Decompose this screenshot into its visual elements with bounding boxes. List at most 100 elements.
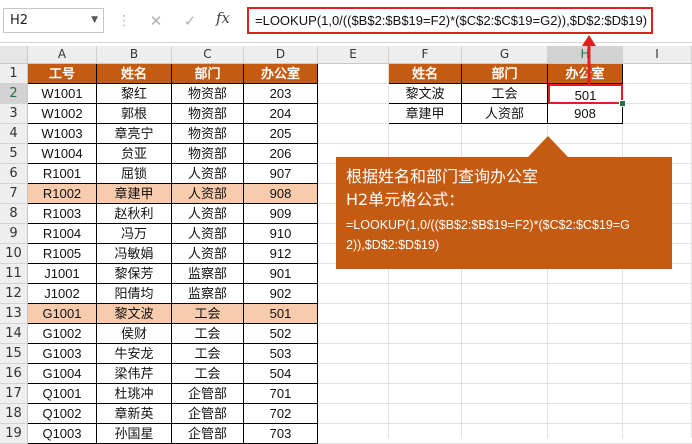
table-cell[interactable]: 902 <box>244 284 318 304</box>
table-cell[interactable]: 人资部 <box>172 204 244 224</box>
table-cell[interactable]: J1002 <box>28 284 97 304</box>
table-cell[interactable]: R1005 <box>28 244 97 264</box>
table-cell[interactable]: 企管部 <box>172 384 244 404</box>
lookup-header-cell[interactable]: 部门 <box>462 64 548 84</box>
row-header-7[interactable]: 7 <box>0 184 28 204</box>
lookup-cell[interactable]: 人资部 <box>462 104 548 124</box>
table-cell[interactable]: 梁伟芹 <box>97 364 172 384</box>
insert-function-icon[interactable]: fx <box>216 9 230 27</box>
table-cell[interactable]: Q1001 <box>28 384 97 404</box>
table-cell[interactable]: Q1003 <box>28 424 97 444</box>
table-cell[interactable]: R1003 <box>28 204 97 224</box>
table-cell[interactable]: 企管部 <box>172 404 244 424</box>
column-header-g[interactable]: G <box>462 46 548 64</box>
column-header-c[interactable]: C <box>172 46 244 64</box>
row-header-10[interactable]: 10 <box>0 244 28 264</box>
row-header-6[interactable]: 6 <box>0 164 28 184</box>
table-cell[interactable]: 901 <box>244 264 318 284</box>
table-cell[interactable]: 910 <box>244 224 318 244</box>
lookup-header-cell[interactable]: 姓名 <box>389 64 462 84</box>
table-cell[interactable]: 物资部 <box>172 104 244 124</box>
row-header-12[interactable]: 12 <box>0 284 28 304</box>
chevron-down-icon[interactable]: ▼ <box>91 9 98 32</box>
row-header-1[interactable]: 1 <box>0 64 28 84</box>
table-cell[interactable]: W1004 <box>28 144 97 164</box>
table-cell[interactable]: 冯敏娟 <box>97 244 172 264</box>
table-cell[interactable]: R1001 <box>28 164 97 184</box>
table-cell[interactable]: 912 <box>244 244 318 264</box>
table-cell[interactable]: 牛安龙 <box>97 344 172 364</box>
lookup-cell[interactable]: 章建甲 <box>389 104 462 124</box>
row-header-5[interactable]: 5 <box>0 144 28 164</box>
table-cell[interactable]: 501 <box>244 304 318 324</box>
table-cell[interactable]: 703 <box>244 424 318 444</box>
table-cell[interactable]: 204 <box>244 104 318 124</box>
row-header-3[interactable]: 3 <box>0 104 28 124</box>
table-cell[interactable]: 监察部 <box>172 264 244 284</box>
table-cell[interactable]: 503 <box>244 344 318 364</box>
row-header-11[interactable]: 11 <box>0 264 28 284</box>
table-cell[interactable]: 工会 <box>172 364 244 384</box>
table-cell[interactable]: W1002 <box>28 104 97 124</box>
table-header-cell[interactable]: 部门 <box>172 64 244 84</box>
table-cell[interactable]: 工会 <box>172 324 244 344</box>
row-header-9[interactable]: 9 <box>0 224 28 244</box>
table-cell[interactable]: 人资部 <box>172 164 244 184</box>
table-cell[interactable]: 909 <box>244 204 318 224</box>
row-header-4[interactable]: 4 <box>0 124 28 144</box>
lookup-header-cell[interactable]: 办公室 <box>548 64 623 84</box>
select-all-corner[interactable] <box>0 46 28 64</box>
lookup-cell[interactable]: 工会 <box>462 84 548 104</box>
table-header-cell[interactable]: 工号 <box>28 64 97 84</box>
row-header-16[interactable]: 16 <box>0 364 28 384</box>
row-header-19[interactable]: 19 <box>0 424 28 444</box>
table-cell[interactable]: 205 <box>244 124 318 144</box>
column-header-b[interactable]: B <box>97 46 172 64</box>
table-cell[interactable]: W1003 <box>28 124 97 144</box>
table-cell[interactable]: 贠亚 <box>97 144 172 164</box>
row-header-18[interactable]: 18 <box>0 404 28 424</box>
table-cell[interactable]: 赵秋利 <box>97 204 172 224</box>
table-cell[interactable]: W1001 <box>28 84 97 104</box>
table-cell[interactable]: 黎文波 <box>97 304 172 324</box>
cancel-icon[interactable]: ✕ <box>146 10 166 32</box>
row-header-15[interactable]: 15 <box>0 344 28 364</box>
column-header-d[interactable]: D <box>244 46 318 64</box>
table-cell[interactable]: R1002 <box>28 184 97 204</box>
table-cell[interactable]: G1002 <box>28 324 97 344</box>
table-cell[interactable]: J1001 <box>28 264 97 284</box>
table-header-cell[interactable]: 办公室 <box>244 64 318 84</box>
table-cell[interactable]: 物资部 <box>172 144 244 164</box>
row-header-2[interactable]: 2 <box>0 84 28 104</box>
lookup-cell[interactable]: 908 <box>548 104 623 124</box>
column-header-f[interactable]: F <box>389 46 462 64</box>
table-cell[interactable]: 908 <box>244 184 318 204</box>
table-cell[interactable]: 侯财 <box>97 324 172 344</box>
lookup-cell[interactable]: 黎文波 <box>389 84 462 104</box>
table-cell[interactable]: 企管部 <box>172 424 244 444</box>
column-header-a[interactable]: A <box>28 46 97 64</box>
table-cell[interactable]: 502 <box>244 324 318 344</box>
table-cell[interactable]: 黎红 <box>97 84 172 104</box>
table-cell[interactable]: 章亮宁 <box>97 124 172 144</box>
table-cell[interactable]: 206 <box>244 144 318 164</box>
table-cell[interactable]: G1001 <box>28 304 97 324</box>
row-header-14[interactable]: 14 <box>0 324 28 344</box>
table-cell[interactable]: 孙国星 <box>97 424 172 444</box>
table-cell[interactable]: 阳倩均 <box>97 284 172 304</box>
confirm-icon[interactable]: ✓ <box>180 10 200 32</box>
table-cell[interactable]: 章新英 <box>97 404 172 424</box>
table-cell[interactable]: 701 <box>244 384 318 404</box>
table-cell[interactable]: 203 <box>244 84 318 104</box>
column-header-e[interactable]: E <box>318 46 389 64</box>
row-header-8[interactable]: 8 <box>0 204 28 224</box>
table-cell[interactable]: Q1002 <box>28 404 97 424</box>
table-cell[interactable]: 人资部 <box>172 224 244 244</box>
row-header-17[interactable]: 17 <box>0 384 28 404</box>
table-cell[interactable]: 物资部 <box>172 124 244 144</box>
table-header-cell[interactable]: 姓名 <box>97 64 172 84</box>
table-cell[interactable]: 工会 <box>172 344 244 364</box>
table-cell[interactable]: 监察部 <box>172 284 244 304</box>
table-cell[interactable]: 屈锁 <box>97 164 172 184</box>
table-cell[interactable]: 907 <box>244 164 318 184</box>
